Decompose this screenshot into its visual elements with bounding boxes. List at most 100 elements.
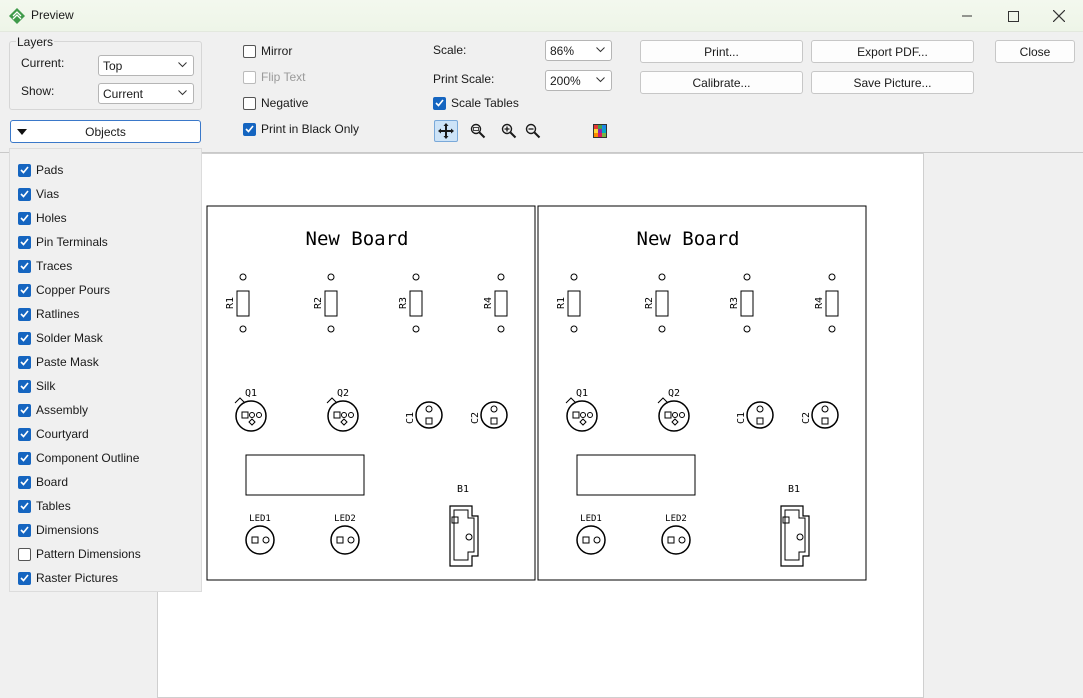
battery-pad: [782, 516, 790, 524]
checkmark-icon: [20, 310, 29, 318]
zoom-in-button[interactable]: [497, 120, 521, 142]
window-title: Preview: [31, 8, 74, 22]
object-label: Courtyard: [36, 427, 89, 441]
resistor-pad: [743, 325, 751, 333]
object-label: Holes: [36, 211, 67, 225]
object-label: Pin Terminals: [36, 235, 108, 249]
led-label: LED1: [249, 514, 271, 524]
object-checkbox[interactable]: Pin Terminals: [18, 233, 108, 251]
object-checkbox[interactable]: Assembly: [18, 401, 88, 419]
save-picture-button[interactable]: Save Picture...: [811, 71, 974, 94]
resistor-body: [740, 290, 754, 317]
object-checkbox[interactable]: Ratlines: [18, 305, 79, 323]
board-right: New Board R1 R2 R3 R4 Q1 Q2 C1 C2 LED1 LED2 B1: [537, 205, 867, 581]
resistor-pad: [327, 325, 335, 333]
minimize-button[interactable]: [944, 0, 990, 32]
checkbox-box: [243, 96, 256, 110]
negative-label: Negative: [261, 96, 309, 110]
object-checkbox[interactable]: Pattern Dimensions: [18, 545, 141, 563]
flip-text-checkbox[interactable]: Flip Text: [243, 68, 305, 86]
object-checkbox[interactable]: Solder Mask: [18, 329, 103, 347]
led-pad: [347, 536, 355, 544]
object-checkbox[interactable]: Vias: [18, 185, 59, 203]
black-only-checkbox[interactable]: Print in Black Only: [243, 120, 359, 138]
close-window-button[interactable]: [1036, 0, 1082, 32]
objects-dropdown-button[interactable]: Objects: [10, 120, 201, 143]
checkbox-box: [18, 499, 31, 513]
object-checkbox[interactable]: Board: [18, 473, 68, 491]
resistor-pad: [570, 325, 578, 333]
object-checkbox[interactable]: Dimensions: [18, 521, 99, 539]
object-checkbox[interactable]: Holes: [18, 209, 67, 227]
calibrate-button[interactable]: Calibrate...: [640, 71, 803, 94]
checkbox-box: [18, 355, 31, 369]
board-title: New Board: [306, 228, 409, 250]
transistor-pad: [572, 411, 580, 419]
export-pdf-button[interactable]: Export PDF...: [811, 40, 974, 63]
object-checkbox[interactable]: Traces: [18, 257, 72, 275]
resistor-pad: [327, 273, 335, 281]
resistor-pad: [828, 273, 836, 281]
resistor-label: R1: [556, 297, 567, 309]
object-checkbox[interactable]: Copper Pours: [18, 281, 110, 299]
transistor-pad: [248, 418, 256, 426]
capacitor-pad: [821, 417, 829, 425]
mirror-checkbox[interactable]: Mirror: [243, 42, 292, 60]
pan-tool-button[interactable]: [434, 120, 458, 142]
transistor-pad: [679, 412, 685, 418]
battery-pad: [465, 533, 473, 541]
zoom-window-button[interactable]: [466, 120, 490, 142]
checkmark-icon: [20, 502, 29, 510]
capacitor-pad: [490, 405, 498, 413]
transistor-pad: [580, 412, 586, 418]
resistor-label: R1: [225, 297, 236, 309]
maximize-button[interactable]: [990, 0, 1036, 32]
color-palette-icon: [593, 124, 607, 138]
checkmark-icon: [20, 238, 29, 246]
close-button[interactable]: Close: [995, 40, 1075, 63]
checkbox-box: [243, 44, 256, 58]
object-checkbox[interactable]: Tables: [18, 497, 71, 515]
current-layer-select[interactable]: Top: [98, 55, 194, 76]
resistor-label: R3: [729, 297, 740, 309]
capacitor-pad: [756, 417, 764, 425]
battery-label: B1: [457, 484, 469, 495]
object-checkbox[interactable]: Courtyard: [18, 425, 89, 443]
object-checkbox[interactable]: Paste Mask: [18, 353, 99, 371]
layers-legend: Layers: [16, 35, 55, 49]
resistor-pad: [658, 325, 666, 333]
resistor-body: [567, 290, 581, 317]
checkbox-box: [18, 187, 31, 201]
led-body: [661, 525, 691, 555]
negative-checkbox[interactable]: Negative: [243, 94, 308, 112]
object-label: Board: [36, 475, 69, 489]
scale-select[interactable]: 86%: [545, 40, 612, 61]
object-checkbox[interactable]: Silk: [18, 377, 55, 395]
scale-tables-label: Scale Tables: [451, 96, 519, 110]
print-button[interactable]: Print...: [640, 40, 803, 63]
checkbox-box: [18, 307, 31, 321]
resistor-pad: [239, 325, 247, 333]
object-checkbox[interactable]: Component Outline: [18, 449, 139, 467]
title-bar: Preview: [0, 0, 1083, 32]
transistor-pad: [671, 418, 679, 426]
label-area: [576, 454, 696, 496]
led-body: [576, 525, 606, 555]
object-label: Pattern Dimensions: [36, 547, 141, 561]
capacitor-pad: [756, 405, 764, 413]
object-checkbox[interactable]: Raster Pictures: [18, 569, 118, 587]
resistor-pad: [412, 273, 420, 281]
resistor-body: [655, 290, 669, 317]
battery-pad: [451, 516, 459, 524]
capacitor-pad: [425, 405, 433, 413]
object-checkbox[interactable]: Pads: [18, 161, 63, 179]
zoom-out-button[interactable]: [521, 120, 545, 142]
show-layer-label: Show:: [21, 84, 55, 98]
led-pad: [336, 536, 344, 544]
print-scale-select[interactable]: 200%: [545, 70, 612, 91]
scale-tables-checkbox[interactable]: Scale Tables: [433, 94, 519, 112]
chevron-down-icon: [596, 47, 605, 53]
show-layer-select[interactable]: Current: [98, 83, 194, 104]
color-palette-button[interactable]: [588, 120, 612, 142]
resistor-pad: [239, 273, 247, 281]
